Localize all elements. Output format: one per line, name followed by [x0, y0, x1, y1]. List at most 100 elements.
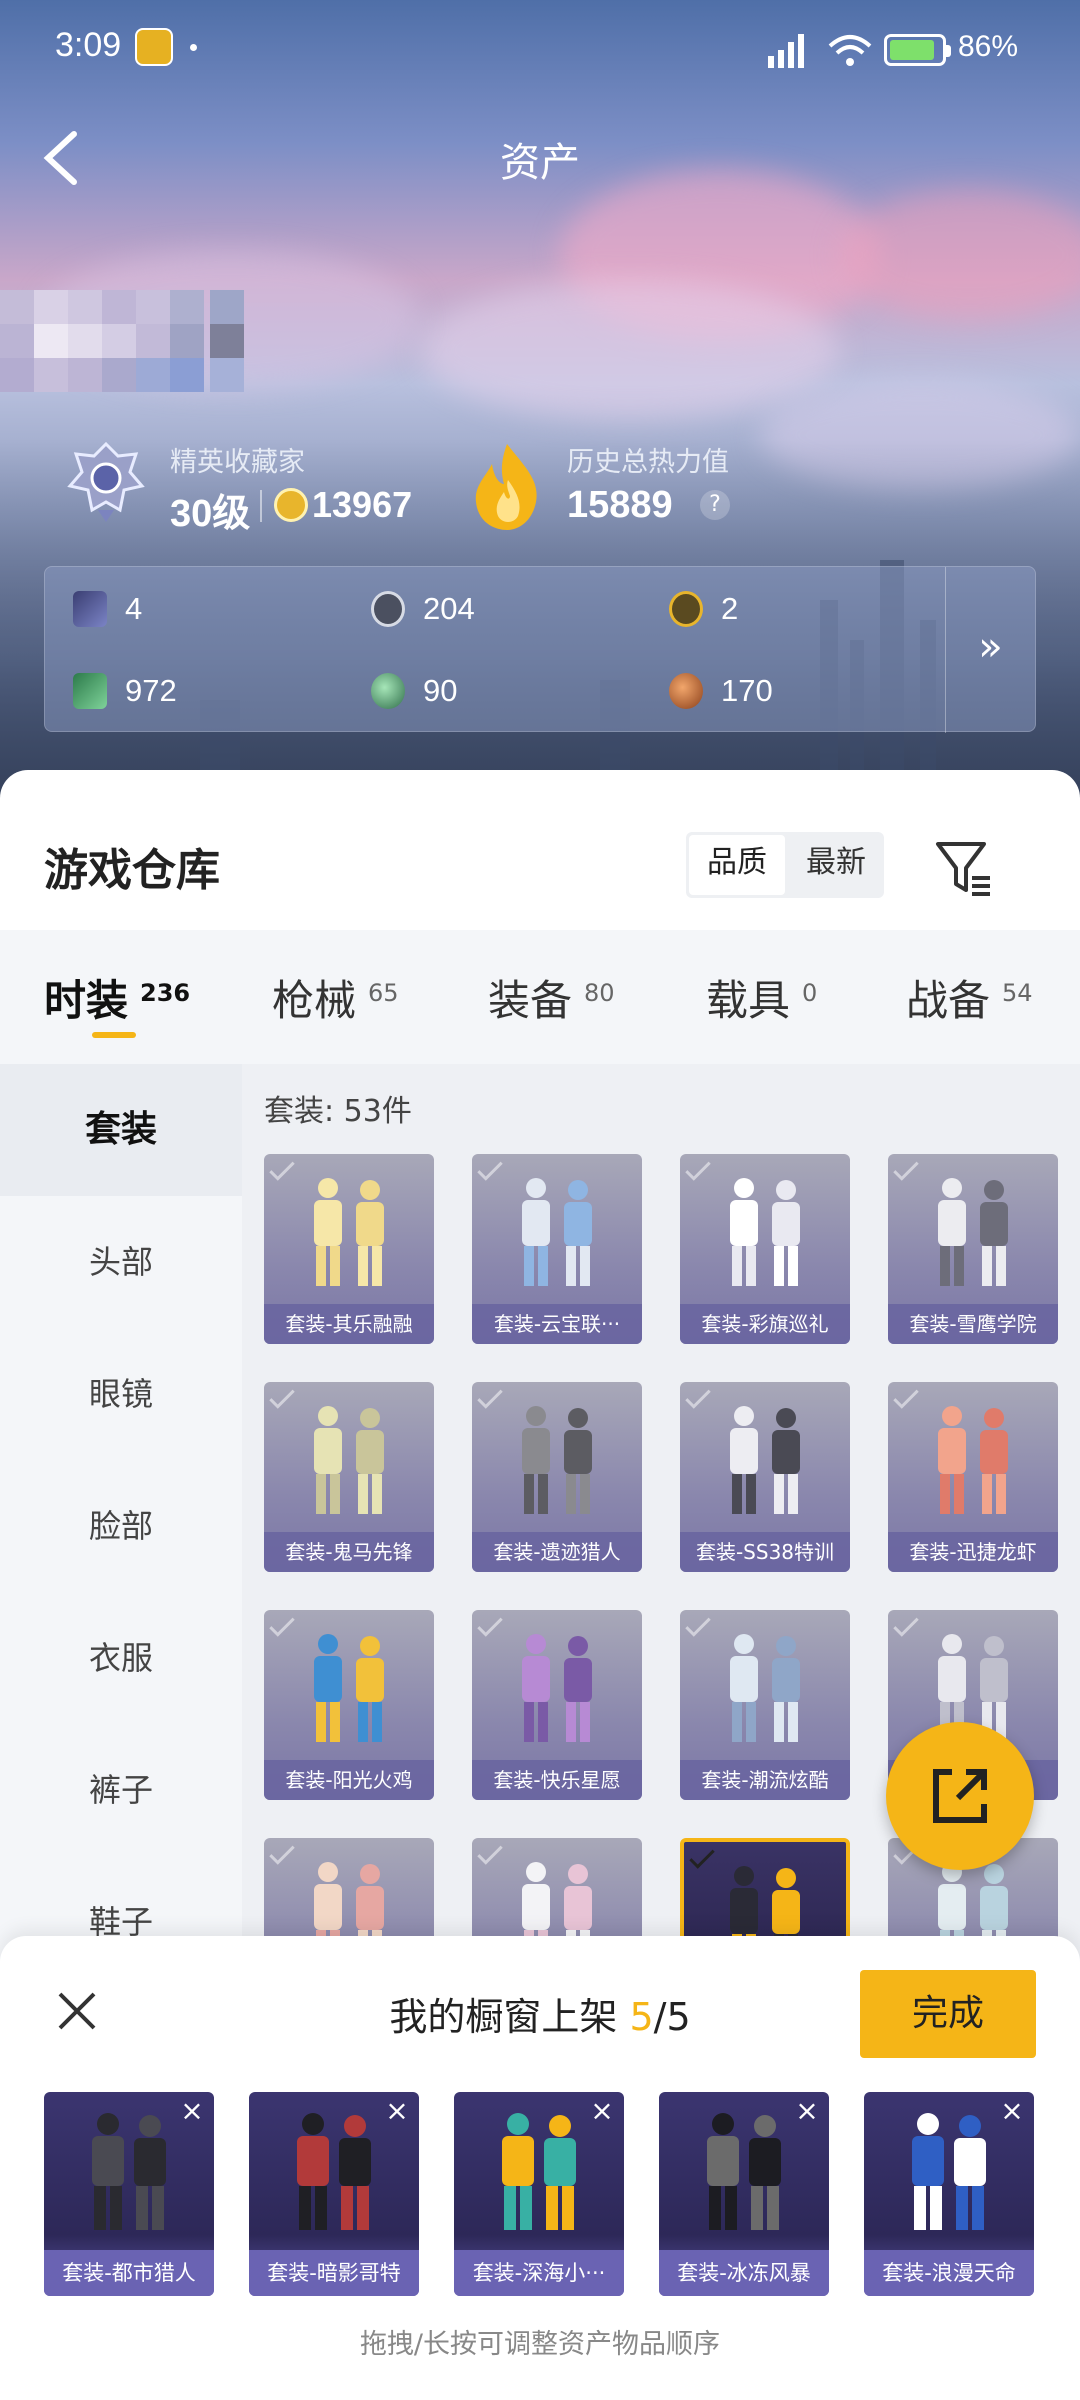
- green-orb-icon: [371, 673, 405, 709]
- sidebar-item-clothes[interactable]: 衣服: [0, 1592, 242, 1724]
- item-card[interactable]: 套装-雪鹰学院: [888, 1154, 1058, 1344]
- remove-icon[interactable]: ×: [178, 2094, 206, 2127]
- sort-newest-button[interactable]: 最新: [788, 832, 884, 898]
- resource-panel: 4 204 2 972 90 170 »: [44, 566, 1036, 733]
- outfit-figure: [730, 1178, 800, 1286]
- showcase-used-count: 5: [629, 1995, 654, 2039]
- resource-item: 972: [73, 669, 177, 713]
- card-icon: [73, 591, 107, 627]
- item-card[interactable]: 套装-云宝联···: [472, 1154, 642, 1344]
- heat-title: 历史总热力值: [567, 447, 729, 478]
- showcase-panel: 我的橱窗上架 5/5 完成 × 套装-都市猎人 × 套装-暗影哥特 × 套装-深海小···…: [0, 1936, 1080, 2400]
- outfit-figure: [522, 1178, 592, 1286]
- outfit-figure: [502, 2113, 576, 2230]
- check-icon: [893, 1155, 919, 1181]
- showcase-slot[interactable]: × 套装-深海小···: [454, 2092, 624, 2296]
- tab-label: 战备: [906, 975, 991, 1025]
- collector-badge-icon: [67, 441, 145, 522]
- outfit-figure: [314, 1634, 384, 1742]
- item-count: 套装: 53件: [264, 1094, 412, 1129]
- tab-count: 54: [1002, 979, 1033, 1007]
- showcase-slot[interactable]: × 套装-浪漫天命: [864, 2092, 1034, 2296]
- category-tabs: 时装 236 枪械 65 装备 80 载具 0 战备 54: [0, 930, 1080, 1064]
- item-card[interactable]: 套装-遗迹猎人: [472, 1382, 642, 1572]
- outfit-figure: [730, 1406, 800, 1514]
- slot-label: 套装-深海小···: [454, 2250, 624, 2296]
- item-card[interactable]: 套装-彩旗巡礼: [680, 1154, 850, 1344]
- showcase-slot[interactable]: × 套装-暗影哥特: [249, 2092, 419, 2296]
- resource-value: 204: [423, 591, 475, 626]
- item-label: 套装-其乐融融: [264, 1304, 434, 1344]
- sort-quality-button[interactable]: 品质: [689, 835, 785, 895]
- outfit-figure: [730, 1634, 800, 1742]
- remove-icon[interactable]: ×: [793, 2094, 821, 2127]
- sort-toggle: 品质 最新: [686, 832, 884, 898]
- cloud: [840, 190, 1080, 320]
- divider: [260, 490, 262, 522]
- resource-item: 4: [73, 587, 142, 631]
- tab-vehicles[interactable]: 载具 0: [706, 930, 817, 1064]
- showcase-total-count: /5: [653, 1995, 691, 2039]
- resource-value: 972: [125, 673, 177, 708]
- tab-gear[interactable]: 战备 54: [906, 930, 1033, 1064]
- resources-more-button[interactable]: »: [945, 567, 1035, 733]
- outfit-figure: [912, 2113, 986, 2230]
- outfit-figure: [522, 1634, 592, 1742]
- bronze-orb-icon: [669, 673, 703, 709]
- item-label: 套装-潮流炫酷: [680, 1760, 850, 1800]
- showcase-slot[interactable]: × 套装-都市猎人: [44, 2092, 214, 2296]
- remove-icon[interactable]: ×: [588, 2094, 616, 2127]
- check-icon: [685, 1611, 711, 1637]
- item-card[interactable]: 套装-迅捷龙虾: [888, 1382, 1058, 1572]
- sidebar-item-face[interactable]: 脸部: [0, 1460, 242, 1592]
- check-icon: [893, 1383, 919, 1409]
- ticket-icon: [73, 673, 107, 709]
- done-button[interactable]: 完成: [860, 1970, 1036, 2058]
- remove-icon[interactable]: ×: [383, 2094, 411, 2127]
- tab-count: 65: [368, 979, 399, 1007]
- coin-count: 13967: [312, 484, 413, 525]
- help-icon[interactable]: ?: [700, 490, 730, 520]
- resource-item: 170: [669, 669, 773, 713]
- filter-icon[interactable]: [934, 838, 994, 898]
- outfit-figure: [297, 2113, 371, 2230]
- resource-value: 90: [423, 673, 458, 708]
- check-icon: [269, 1155, 295, 1181]
- sidebar-item-suit[interactable]: 套装: [0, 1064, 242, 1196]
- item-card[interactable]: 套装-潮流炫酷: [680, 1610, 850, 1800]
- silver-medal-icon: [371, 591, 405, 627]
- signal-icon: [768, 34, 804, 68]
- check-icon: [685, 1383, 711, 1409]
- tab-guns[interactable]: 枪械 65: [272, 930, 399, 1064]
- gold-medal-icon: [669, 591, 703, 627]
- collector-title: 精英收藏家: [170, 447, 305, 478]
- resource-value: 4: [125, 591, 143, 626]
- check-icon: [477, 1155, 503, 1181]
- tab-equipment[interactable]: 装备 80: [488, 930, 615, 1064]
- item-label: 套装-快乐星愿: [472, 1760, 642, 1800]
- sidebar-item-pants[interactable]: 裤子: [0, 1724, 242, 1856]
- item-card[interactable]: 套装-鬼马先锋: [264, 1382, 434, 1572]
- outfit-figure: [938, 1406, 1008, 1514]
- sidebar-item-head[interactable]: 头部: [0, 1196, 242, 1328]
- showcase-slot[interactable]: × 套装-冰冻风暴: [659, 2092, 829, 2296]
- collector-level: 30级: [170, 493, 251, 535]
- resource-value: 2: [721, 591, 739, 626]
- share-icon: [933, 1769, 987, 1823]
- item-card[interactable]: 套装-快乐星愿: [472, 1610, 642, 1800]
- outfit-figure: [522, 1406, 592, 1514]
- item-card[interactable]: 套装-SS38特训: [680, 1382, 850, 1572]
- check-icon: [269, 1383, 295, 1409]
- app-notification-icon: [135, 28, 173, 66]
- sidebar-item-glasses[interactable]: 眼镜: [0, 1328, 242, 1460]
- wifi-icon: [828, 35, 872, 66]
- share-fab-button[interactable]: [886, 1722, 1034, 1870]
- tab-fashion[interactable]: 时装 236: [44, 930, 190, 1064]
- slot-label: 套装-都市猎人: [44, 2250, 214, 2296]
- check-icon: [477, 1611, 503, 1637]
- item-card[interactable]: 套装-阳光火鸡: [264, 1610, 434, 1800]
- remove-icon[interactable]: ×: [998, 2094, 1026, 2127]
- outfit-figure: [707, 2113, 781, 2230]
- item-card[interactable]: 套装-其乐融融: [264, 1154, 434, 1344]
- item-label: 套装-阳光火鸡: [264, 1760, 434, 1800]
